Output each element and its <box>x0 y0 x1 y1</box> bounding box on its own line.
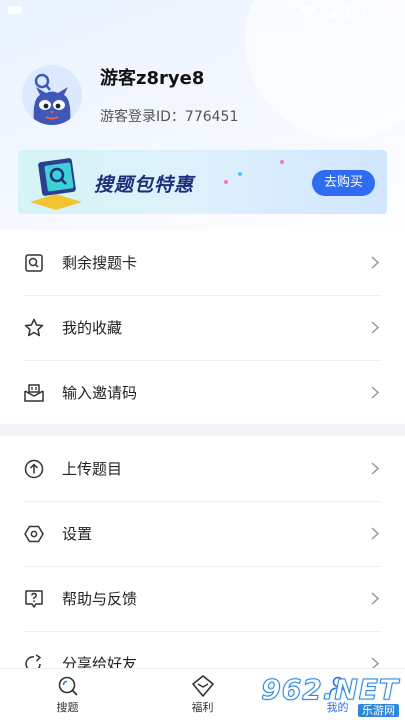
username: 游客z8rye8 <box>100 68 205 89</box>
wifi-icon <box>300 6 317 18</box>
promo-banner[interactable]: 搜题包特惠 去购买 <box>18 150 387 214</box>
invite-code-icon <box>24 383 44 403</box>
menu-item-help[interactable]: 帮助与反馈 <box>0 566 405 631</box>
guest-id: 游客登录ID：776451 <box>100 109 239 125</box>
menu-item-label: 剩余搜题卡 <box>62 254 138 272</box>
chevron-right-icon <box>371 462 379 475</box>
menu-item-label: 帮助与反馈 <box>62 590 138 608</box>
settings-icon <box>24 524 44 544</box>
chevron-right-icon <box>371 321 379 334</box>
section-divider <box>0 424 405 436</box>
tab-benefits[interactable]: 福利 <box>135 669 270 720</box>
menu-item-label: 上传题目 <box>62 460 123 478</box>
status-bar: 10:32 <box>0 0 405 24</box>
tab-label: 搜题 <box>56 700 79 714</box>
profile-section: 游客z8rye8 游客登录ID：776451 <box>22 64 238 126</box>
owl-avatar-icon <box>22 65 82 125</box>
menu-group-1: 剩余搜题卡 我的收藏 输入邀请码 <box>0 230 405 425</box>
help-icon <box>24 589 44 609</box>
menu-item-invite-code[interactable]: 输入邀请码 <box>0 360 405 425</box>
tab-label: 福利 <box>191 700 214 714</box>
status-time: 10:32 <box>360 5 395 19</box>
notification-icon <box>8 6 22 14</box>
search-package-icon <box>30 158 82 210</box>
menu-item-label: 输入邀请码 <box>62 384 138 402</box>
watermark-main: 962.NET <box>261 673 399 706</box>
banner-title: 搜题包特惠 <box>94 174 195 196</box>
menu-item-favorites[interactable]: 我的收藏 <box>0 295 405 360</box>
watermark-sub: 乐游网 <box>358 704 399 717</box>
menu-item-label: 设置 <box>62 525 93 543</box>
chevron-right-icon <box>371 256 379 269</box>
battery-icon <box>345 5 352 18</box>
search-card-icon <box>24 253 44 273</box>
buy-button[interactable]: 去购买 <box>311 170 375 196</box>
chevron-right-icon <box>371 386 379 399</box>
gift-tag-icon <box>191 674 214 697</box>
search-icon <box>58 676 78 696</box>
site-watermark: 962.NET 乐游网 <box>259 673 399 717</box>
menu-item-search-cards[interactable]: 剩余搜题卡 <box>0 230 405 295</box>
menu-item-settings[interactable]: 设置 <box>0 501 405 566</box>
star-icon <box>24 318 44 338</box>
chevron-right-icon <box>371 592 379 605</box>
menu-group-2: 上传题目 设置 帮助与反馈 分享给好友 <box>0 436 405 696</box>
sparkle-icon <box>238 172 242 176</box>
upload-icon <box>24 459 44 479</box>
chevron-right-icon <box>371 527 379 540</box>
signal-icon <box>324 6 337 18</box>
menu-item-label: 我的收藏 <box>62 319 123 337</box>
sparkle-icon <box>280 160 284 164</box>
avatar[interactable] <box>22 65 82 125</box>
menu-item-upload[interactable]: 上传题目 <box>0 436 405 501</box>
sparkle-icon <box>224 180 228 184</box>
tab-search[interactable]: 搜题 <box>0 669 135 720</box>
